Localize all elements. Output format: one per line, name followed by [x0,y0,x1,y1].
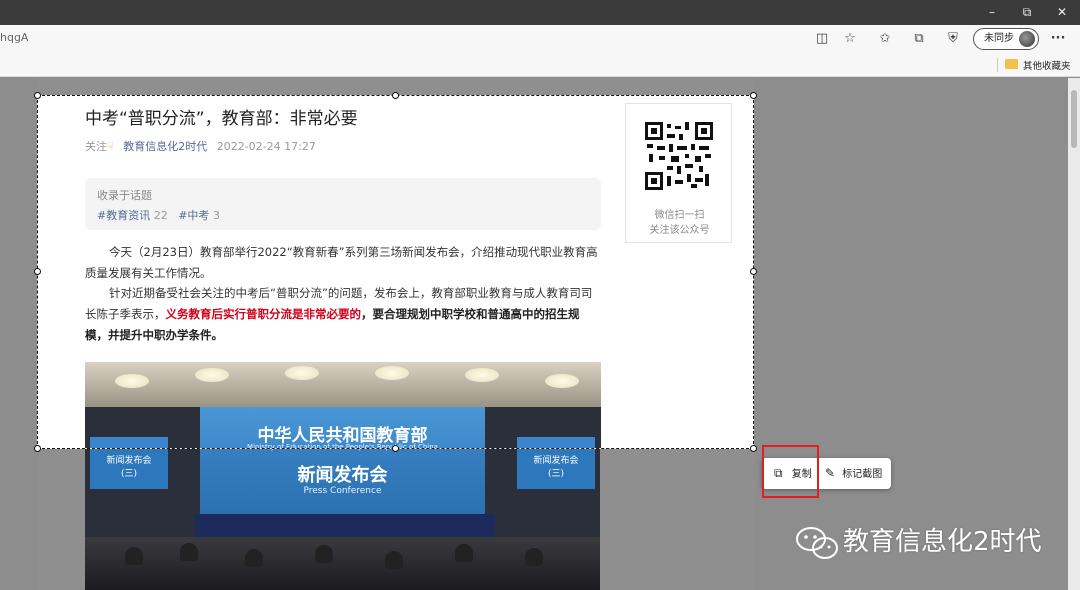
qr-code-icon [645,122,713,190]
resize-handle-ne[interactable] [750,92,757,99]
add-favorite-icon[interactable]: ☆ [841,30,859,48]
favorites-divider [997,58,998,72]
audience [85,537,600,590]
article-meta: 关注☟ 教育信息化2时代 2022-02-24 17:27 [85,138,316,154]
topic-count: 3 [212,209,220,222]
annotate-button[interactable]: ✎ 标记截图 [825,458,882,489]
profile-sync-button[interactable]: 未同步 [973,28,1039,50]
address-bar: hqgA ◫ ☆ ✩ ⧉ ⛨ 未同步 ··· [0,25,1080,53]
qr-code-card: 微信扫一扫 关注该公众号 [625,103,732,243]
highlighted-text: 义务教育后实行普职分流是非常必要的 [165,307,362,321]
topic-tag[interactable]: #教育资讯 [97,209,150,222]
resize-handle-sw[interactable] [34,445,41,452]
topic-count: 22 [153,209,168,222]
minimize-icon[interactable]: – [975,0,1009,25]
folder-icon [1005,59,1018,69]
topic-heading: 收录于话题 [97,189,152,202]
browser-essentials-icon[interactable]: ⛨ [944,30,962,48]
close-icon[interactable]: ✕ [1045,0,1079,25]
account-name-link[interactable]: 教育信息化2时代 [123,140,207,153]
qr-caption: 微信扫一扫 关注该公众号 [649,210,710,236]
topic-tags: #教育资讯 22 #中考 3 [97,207,589,223]
url-field[interactable]: hqgA [0,31,28,44]
resize-handle-nw[interactable] [34,92,41,99]
resize-handle-s[interactable] [392,445,399,452]
wechat-icon [796,527,838,559]
screenshot-selection[interactable]: 中考“普职分流”，教育部：非常必要 关注☟ 教育信息化2时代 2022-02-2… [37,95,754,449]
photo-top-in-selection: 中华人民共和国教育部 Ministry of Education of the … [85,362,601,449]
follow-label[interactable]: 关注 [85,140,107,153]
immersive-reader-icon[interactable]: ◫ [813,30,831,48]
topic-tag[interactable]: #中考 [178,209,209,222]
avatar [1019,31,1035,47]
press-subtitle: Press Conference [303,486,382,496]
window-titlebar: – ⧉ ✕ [0,0,1080,25]
vertical-scrollbar[interactable] [1068,78,1080,590]
favorites-bar: 其他收藏夹 [0,53,1080,77]
article-paragraph: 今天（2月23日）教育部举行2022“教育新春”系列第三场新闻发布会，介绍推动现… [85,245,598,280]
article-paragraph: 针对近期备受社会关注的中考后“普职分流”的问题，发布会上，教育部职业教育与成人教… [85,286,593,342]
resize-handle-se[interactable] [750,445,757,452]
other-favorites-link[interactable]: 其他收藏夹 [1023,58,1071,72]
more-menu-icon[interactable]: ··· [1049,30,1067,48]
hand-icon: ☟ [107,140,114,153]
press-title: 新闻发布会 [297,465,388,486]
resize-handle-e[interactable] [750,268,757,275]
resize-handle-w[interactable] [34,268,41,275]
scroll-thumb[interactable] [1071,90,1077,148]
pen-icon: ✎ [825,466,836,480]
topic-box: 收录于话题 #教育资讯 22 #中考 3 [85,178,601,230]
collections-icon[interactable]: ⧉ [910,30,928,48]
sync-label: 未同步 [984,33,1014,44]
publish-date: 2022-02-24 17:27 [216,140,316,153]
copy-highlight-box [762,445,819,498]
ministry-subtitle: Ministry of Education of the People's Re… [247,443,438,449]
annotate-label: 标记截图 [842,469,883,480]
watermark-text: 教育信息化2时代 [843,527,1042,557]
restore-icon[interactable]: ⧉ [1010,0,1044,25]
resize-handle-n[interactable] [392,92,399,99]
favorites-icon[interactable]: ✩ [876,30,894,48]
page-title: 中考“普职分流”，教育部：非常必要 [85,109,358,129]
